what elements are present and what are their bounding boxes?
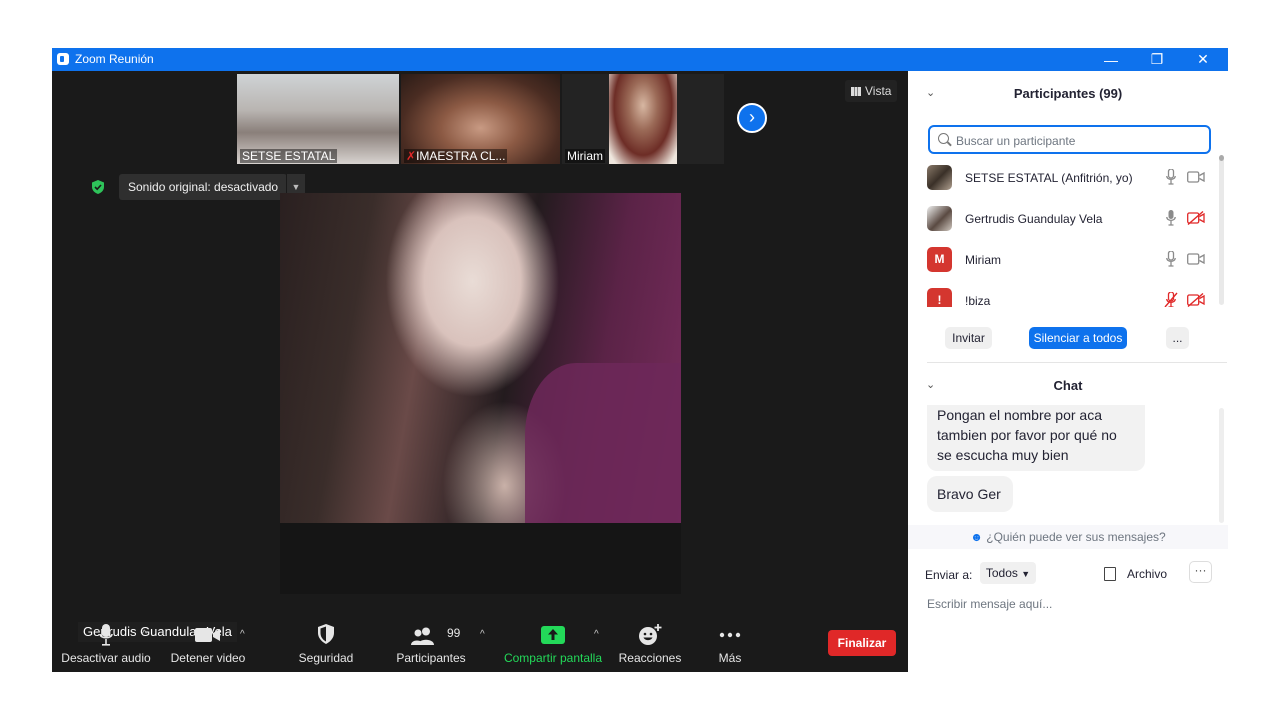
mute-all-button[interactable]: Silenciar a todos [1029, 327, 1127, 349]
chat-message-input[interactable] [925, 593, 1219, 615]
thumbnail-name: SETSE ESTATAL [240, 149, 338, 163]
active-speaker-video [280, 193, 681, 594]
shield-icon [318, 624, 334, 644]
participant-avatar: ! [927, 288, 952, 307]
participant-avatar [927, 206, 952, 231]
who-can-see-messages-link[interactable]: ☻ ¿Quién puede ver sus mensajes? [908, 525, 1228, 549]
participant-row[interactable]: M Miriam [908, 240, 1218, 281]
chat-message-line: se escucha muy bien [937, 447, 1069, 463]
meeting-toolbar: Desactivar audio ^ Detener video ^ Segur… [52, 621, 908, 672]
file-button[interactable]: Archivo [1127, 567, 1167, 581]
participants-scrollbar[interactable] [1219, 155, 1224, 305]
participant-name: !biza [965, 294, 991, 307]
search-icon [938, 133, 949, 144]
video-camera-icon[interactable] [1187, 171, 1205, 183]
person-info-icon: ☻ [970, 530, 983, 544]
chat-more-button[interactable]: ··· [1189, 561, 1212, 583]
security-label: Seguridad [298, 651, 354, 665]
thumbnail-name: ✗IMAESTRA CL... [404, 149, 508, 163]
stop-video-label: Detener video [170, 651, 246, 665]
more-label: Más [718, 651, 742, 665]
chevron-right-icon: › [749, 107, 755, 127]
participant-row[interactable]: SETSE ESTATAL (Anfitrión, yo) [908, 158, 1218, 199]
chat-header: Chat [1053, 378, 1083, 393]
participant-row[interactable]: Gertrudis Guandulay Vela [908, 199, 1218, 240]
video-off-icon[interactable] [1187, 293, 1205, 307]
participant-avatar: M [927, 247, 952, 272]
participant-name: Miriam [965, 253, 1001, 267]
video-content [280, 523, 681, 594]
invite-button[interactable]: Invitar [945, 327, 992, 349]
chat-scrollbar[interactable] [1219, 408, 1224, 523]
chat-message-line: tambien por favor por qué no [937, 427, 1117, 443]
side-panel: ⌄ Participantes (99) SETSE ESTATAL (Anfi… [908, 71, 1228, 672]
participants-icon [411, 627, 434, 645]
microphone-icon [99, 624, 113, 646]
zoom-window: Zoom Reunión — ❐ ✕ SETSE ESTATAL ✗IMAEST… [52, 48, 1228, 672]
reactions-label: Reacciones [618, 651, 682, 665]
microphone-icon[interactable] [1166, 210, 1176, 226]
send-to-label: Enviar a: [925, 568, 973, 582]
participant-thumbnail[interactable]: ✗IMAESTRA CL... [401, 74, 560, 164]
grid-view-icon [851, 87, 861, 96]
participants-label: Participantes [396, 651, 466, 665]
video-options-chevron-icon[interactable]: ^ [240, 629, 245, 640]
minimize-button[interactable]: — [1088, 48, 1134, 71]
participant-row[interactable]: ! !biza [908, 281, 1218, 307]
restore-button[interactable]: ❐ [1134, 48, 1180, 71]
end-meeting-button[interactable]: Finalizar [828, 630, 896, 656]
participants-options-chevron-icon[interactable]: ^ [480, 629, 485, 640]
mute-audio-label: Desactivar audio [61, 651, 151, 665]
participants-count: 99 [447, 626, 461, 640]
microphone-icon[interactable] [1166, 169, 1176, 185]
participant-thumbnail[interactable]: SETSE ESTATAL [237, 74, 399, 164]
chevron-down-icon: ▼ [291, 182, 301, 192]
close-button[interactable]: ✕ [1180, 48, 1226, 71]
participant-search-input[interactable] [954, 129, 1208, 152]
zoom-app-icon [57, 53, 69, 65]
participant-name: SETSE ESTATAL (Anfitrión, yo) [965, 171, 1133, 185]
participant-name: Gertrudis Guandulay Vela [965, 212, 1103, 226]
next-page-button[interactable]: › [737, 103, 767, 133]
file-icon[interactable] [1104, 567, 1116, 581]
audio-options-chevron-icon[interactable]: ^ [142, 629, 147, 640]
more-dots-icon [719, 632, 741, 638]
video-camera-icon [195, 628, 220, 642]
encryption-shield-icon[interactable] [90, 179, 106, 195]
share-screen-icon [541, 626, 565, 644]
reaction-emoji-icon [639, 624, 662, 645]
participants-more-button[interactable]: ... [1166, 327, 1189, 349]
participant-video [609, 74, 677, 164]
participant-thumbnail[interactable]: Miriam [562, 74, 724, 164]
video-off-icon[interactable] [1187, 211, 1205, 225]
title-bar: Zoom Reunión — ❐ ✕ [52, 48, 1228, 71]
participants-header: Participantes (99) [1013, 86, 1123, 101]
thumbnail-name: Miriam [565, 149, 605, 163]
chevron-down-icon: ▼ [1021, 569, 1031, 579]
meeting-area: SETSE ESTATAL ✗IMAESTRA CL... Miriam › V… [52, 71, 908, 672]
divider [927, 362, 1227, 363]
share-screen-label: Compartir pantalla [503, 651, 603, 665]
view-button[interactable]: Vista [845, 80, 898, 102]
window-title: Zoom Reunión [75, 52, 154, 66]
original-sound-toggle[interactable]: Sonido original: desactivado [119, 174, 288, 200]
share-options-chevron-icon[interactable]: ^ [594, 629, 599, 640]
muted-mic-icon: ✗ [406, 149, 417, 163]
participant-search[interactable] [928, 125, 1211, 154]
muted-microphone-icon[interactable] [1164, 292, 1178, 307]
chat-message: Bravo Ger [927, 476, 1013, 512]
video-camera-icon[interactable] [1187, 253, 1205, 265]
microphone-icon[interactable] [1166, 251, 1176, 267]
chat-message: Pongan el nombre por aca tambien por fav… [927, 405, 1145, 471]
send-to-dropdown[interactable]: Todos ▼ [980, 562, 1036, 584]
participant-avatar [927, 165, 952, 190]
chat-message-line: Pongan el nombre por aca [937, 407, 1102, 423]
